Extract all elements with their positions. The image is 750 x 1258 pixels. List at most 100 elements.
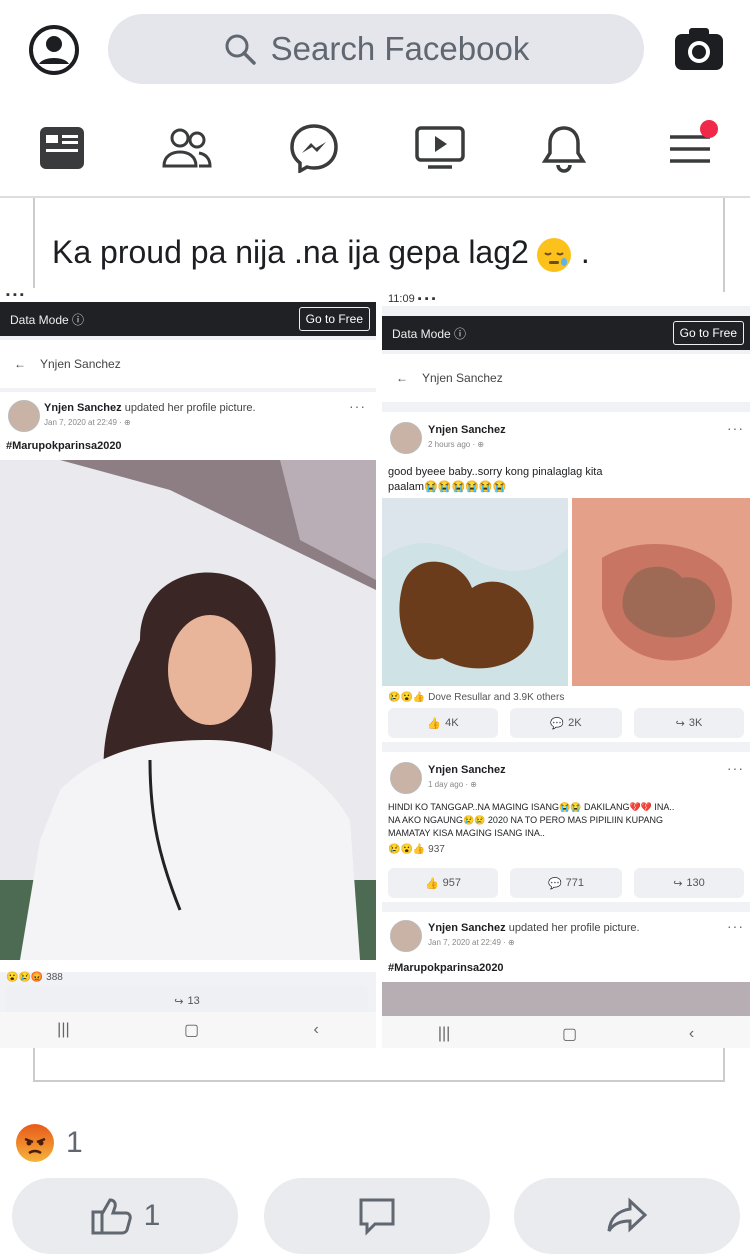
comment-button[interactable]: 💬 771	[510, 868, 622, 898]
post-date: Jan 7, 2020 at 22:49 · ⊕	[44, 418, 131, 427]
thumbs-up-icon	[91, 1198, 132, 1235]
comment-button[interactable]	[264, 1178, 490, 1254]
post-text-line: NA AKO NGAUNG😢😢 2020 NA TO PERO MAS PIPI…	[388, 815, 663, 825]
post-card-2: Ynjen Sanchez 1 day ago · ⊕ ··· HINDI KO…	[382, 752, 750, 902]
reaction-icons: 😢😮👍	[388, 844, 429, 855]
back-arrow-icon[interactable]: ←	[14, 357, 26, 371]
share-icon: ↪	[174, 995, 184, 1008]
news-feed-icon[interactable]	[32, 118, 92, 178]
author-name: Ynjen Sanchez	[428, 424, 506, 436]
more-options-icon[interactable]: ···	[727, 760, 744, 776]
post-text-line: MAMATAY KISA MAGING ISANG INA..	[388, 828, 545, 838]
reaction-summary: 😢😮👍 937	[388, 844, 445, 855]
data-mode-label: Data Mode ⓘ	[10, 312, 85, 327]
go-to-free-button[interactable]: Go to Free	[672, 321, 744, 345]
search-input[interactable]: Search Facebook	[108, 14, 644, 84]
like-button[interactable]: 👍 957	[388, 868, 498, 898]
post-text-body: Ka proud pa nija .na ija gepa lag2	[52, 234, 529, 270]
share-icon	[607, 1197, 648, 1233]
comment-count: 2K	[568, 717, 582, 729]
post-text-line: HINDI KO TANGGAP..NA MAGING ISANG😭😭 DAKI…	[388, 802, 675, 812]
author-line: Ynjen Sanchez updated her profile pictur…	[44, 402, 256, 414]
more-options-icon[interactable]: ···	[727, 420, 744, 436]
back-icon[interactable]: ‹	[689, 1025, 694, 1043]
share-button[interactable]: ↪ 3K	[634, 708, 744, 738]
reaction-text: Dove Resullar and 3.9K others	[428, 692, 565, 703]
like-button[interactable]: 1	[12, 1178, 238, 1254]
notifications-bell-icon[interactable]	[534, 118, 594, 178]
home-icon[interactable]: ▢	[184, 1020, 199, 1040]
profile-header: ← Ynjen Sanchez	[0, 340, 376, 388]
comment-icon: 💬	[547, 877, 562, 890]
avatar	[390, 422, 422, 454]
post-card-1: Ynjen Sanchez 2 hours ago · ⊕ ··· good b…	[382, 412, 750, 742]
status-bar: 11:09 ▪ ▪ ▪	[382, 292, 750, 306]
reaction-summary: 😢😮👍 Dove Resullar and 3.9K others	[388, 692, 564, 703]
top-bar: Search Facebook	[0, 0, 750, 100]
like-count: 957	[442, 877, 462, 889]
avatar	[8, 400, 40, 432]
avatar	[390, 920, 422, 952]
comment-button[interactable]: 💬 2K	[510, 708, 622, 738]
reaction-icons: 😢😮👍	[388, 692, 429, 703]
menu-notification-badge	[700, 120, 718, 138]
friends-icon[interactable]	[157, 118, 217, 178]
author-name: Ynjen Sanchez	[428, 764, 506, 776]
recent-apps-icon[interactable]: |||	[438, 1025, 450, 1043]
comment-count: 771	[565, 877, 585, 889]
sleepy-face-emoji-icon	[536, 237, 571, 272]
back-arrow-icon[interactable]: ←	[396, 371, 408, 385]
data-mode-bar: Data Mode ⓘ Go to Free	[382, 316, 750, 350]
embedded-screenshot-right: 11:09 ▪ ▪ ▪ Data Mode ⓘ Go to Free ← Ynj…	[382, 292, 750, 1048]
menu-icon[interactable]	[660, 118, 720, 178]
post-date: 2 hours ago · ⊕	[428, 440, 485, 449]
more-options-icon[interactable]: ···	[349, 398, 366, 414]
like-button[interactable]: 👍 4K	[388, 708, 498, 738]
profile-icon[interactable]	[28, 24, 80, 76]
post-card-3: Ynjen Sanchez updated her profile pictur…	[382, 912, 750, 1016]
share-count: 13	[187, 995, 200, 1007]
reaction-summary[interactable]: 1	[16, 1124, 83, 1162]
go-to-free-button[interactable]: Go to Free	[298, 307, 370, 331]
android-nav-bar: ||| ▢ ‹	[0, 1012, 376, 1048]
profile-photo[interactable]	[0, 460, 376, 960]
home-icon[interactable]: ▢	[562, 1024, 577, 1044]
search-icon	[225, 34, 256, 65]
reaction-summary: 😮😢😡 388	[6, 972, 63, 983]
hashtag: #Marupokparinsa2020	[388, 962, 504, 974]
share-button[interactable]	[514, 1178, 740, 1254]
profile-name: Ynjen Sanchez	[422, 371, 503, 385]
profile-header: ← Ynjen Sanchez	[382, 354, 750, 402]
post-text-line: paalam😭😭😭😭😭😭	[388, 481, 507, 493]
android-nav-bar: ||| ▢ ‹	[382, 1016, 750, 1048]
more-options-icon[interactable]: ···	[727, 918, 744, 934]
share-icon: ↪	[675, 717, 685, 730]
post-card-left: Ynjen Sanchez updated her profile pictur…	[0, 392, 376, 972]
share-button[interactable]: ↪ 130	[634, 868, 744, 898]
reaction-icons: 😮😢😡	[6, 972, 47, 983]
author-line: Ynjen Sanchez updated her profile pictur…	[428, 922, 640, 934]
embedded-screenshot-left: ▪ ▪ ▪ Data Mode ⓘ Go to Free ← Ynjen San…	[0, 288, 376, 1048]
post-text-line: good byeee baby..sorry kong pinalaglag k…	[388, 466, 603, 478]
like-icon: 👍	[424, 877, 439, 890]
like-count: 4K	[445, 717, 459, 729]
reaction-count: 388	[46, 972, 63, 983]
profile-photo-preview[interactable]	[382, 982, 750, 1016]
data-mode-label: Data Mode ⓘ	[392, 326, 467, 341]
comment-icon	[359, 1198, 395, 1236]
camera-icon[interactable]	[672, 24, 726, 74]
recent-apps-icon[interactable]: |||	[57, 1021, 69, 1039]
search-placeholder: Search Facebook	[270, 30, 530, 67]
post-date: Jan 7, 2020 at 22:49 · ⊕	[428, 938, 515, 947]
back-icon[interactable]: ‹	[313, 1021, 318, 1039]
like-count: 1	[143, 1199, 161, 1232]
post-date: 1 day ago · ⊕	[428, 780, 477, 789]
watch-icon[interactable]	[410, 118, 470, 178]
profile-name: Ynjen Sanchez	[40, 357, 121, 371]
reaction-count: 937	[428, 844, 445, 855]
post-photos[interactable]	[382, 498, 750, 686]
messenger-icon[interactable]	[284, 118, 344, 178]
avatar	[390, 762, 422, 794]
data-mode-bar: Data Mode ⓘ Go to Free	[0, 302, 376, 336]
nav-bar	[0, 104, 750, 198]
